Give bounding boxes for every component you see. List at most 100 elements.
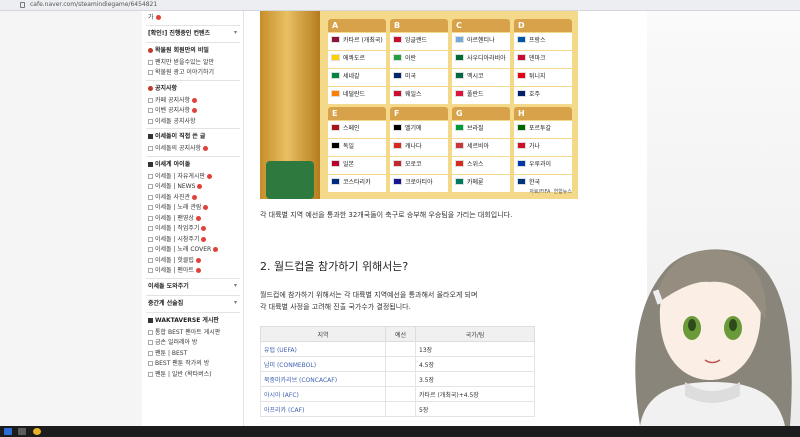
board-icon: [148, 118, 153, 124]
sidebar-item[interactable]: 이세돌 | 팬아트: [148, 266, 201, 275]
sidebar-item-label: 카페 공지사항: [155, 96, 191, 104]
team-name: 일본: [343, 161, 355, 168]
team-name: 카메룬: [467, 179, 484, 186]
team-name: 코스타리카: [343, 179, 371, 186]
board-icon: [148, 194, 153, 200]
new-badge-icon: [203, 146, 209, 151]
chevron-down-icon[interactable]: ▾: [234, 29, 237, 36]
sidebar-item[interactable]: 통합 BEST 팬아트 게시판: [148, 328, 220, 337]
sidebar-item[interactable]: 중간계 선술집: [148, 299, 183, 308]
board-icon: [148, 215, 153, 221]
sidebar-item-label: 이세돌 | 핫클립: [155, 256, 194, 264]
new-badge-icon: [201, 236, 207, 242]
sidebar-item[interactable]: 이세계 아이돌: [148, 160, 190, 169]
region-link[interactable]: 남미 (CONMEBOL): [260, 356, 386, 372]
team-name: 네덜란드: [343, 91, 366, 98]
region-link[interactable]: 북중미카리브 (CONCACAF): [260, 371, 386, 387]
team-row: 사우디아라비아: [452, 51, 510, 68]
board-icon: [148, 59, 153, 65]
new-badge-icon: [213, 247, 219, 252]
chevron-down-icon[interactable]: ▾: [234, 282, 237, 289]
sidebar-item[interactable]: 이세돌 | 노래 COVER: [148, 245, 219, 254]
sidebar-item[interactable]: 이세돌이 직접 쓴 글: [148, 132, 205, 141]
flag-icon: [331, 54, 340, 61]
sidebar-item[interactable]: 이세돌 도와주기: [148, 282, 189, 291]
team-name: 웨일스: [405, 91, 422, 98]
team-name: 호주: [529, 91, 541, 98]
sidebar-item-label: 중간계 선술집: [148, 299, 184, 307]
start-icon[interactable]: [4, 428, 12, 435]
team-row: 멕시코: [452, 69, 510, 86]
team-name: 스페인: [343, 125, 360, 132]
new-badge-icon: [197, 184, 203, 189]
sidebar-item-label: 팬치만 받을수있는 알만: [155, 58, 215, 66]
sidebar-item[interactable]: 이세돌의 공지사항: [148, 144, 209, 153]
flag-icon: [455, 54, 464, 61]
region-link[interactable]: 아시아 (AFC): [260, 386, 386, 402]
sidebar-item[interactable]: 이세돌 | 팬영상: [148, 214, 201, 223]
sidebar-item[interactable]: [확인!] 진행중인 컨텐츠: [148, 29, 210, 38]
sidebar-item[interactable]: 가: [148, 13, 161, 22]
sidebar-item[interactable]: 팬치만 받을수있는 알만: [148, 58, 214, 67]
team-name: 튀니지: [529, 73, 546, 80]
sidebar-item[interactable]: 이벤 공지사항: [148, 106, 198, 115]
team-row: 가나: [514, 139, 572, 156]
team-name: 프랑스: [529, 37, 546, 44]
team-row: 덴마크: [514, 51, 572, 68]
team-row: 네덜란드: [328, 87, 386, 104]
sidebar-item[interactable]: 이세돌 | 핫클립: [148, 256, 201, 265]
vtuber-avatar: [635, 249, 792, 426]
sidebar-item[interactable]: 이세돌 | 자유게시판: [148, 172, 212, 181]
chrome-icon[interactable]: [33, 428, 41, 435]
sidebar-menu: 가 [확인!] 진행중인 컨텐츠 ▾ 왁물원 회원만의 비밀팬치만 받을수있는 알만왁…: [142, 11, 244, 426]
region-link[interactable]: 아프리카 (CAF): [260, 401, 386, 417]
browser-address-bar[interactable]: cafe.naver.com/steamindiegame/6454821: [0, 0, 800, 11]
team-name: 가나: [529, 143, 541, 150]
team-name: 스위스: [467, 161, 484, 168]
table-cell: [385, 356, 416, 372]
sidebar-item[interactable]: 팬툰 | BEST: [148, 349, 187, 358]
sidebar-item[interactable]: 팬툰 | 일반 (왁타버스): [148, 370, 212, 379]
sidebar-item[interactable]: 왁물원 회원만의 비밀: [148, 46, 209, 55]
region-link[interactable]: 유럽 (UEFA): [260, 341, 386, 357]
sidebar-item-label: 이벤 공지사항: [155, 107, 191, 114]
board-icon: [148, 226, 153, 231]
sidebar-item[interactable]: 이세돌 공지사항: [148, 117, 196, 126]
new-badge-icon: [195, 215, 201, 221]
table-row: 유럽 (UEFA) 13장: [260, 341, 535, 357]
sidebar-item[interactable]: 이세돌 | 시참주기: [148, 235, 207, 244]
sidebar-item-label: 이세돌 | 노래 관람: [155, 204, 202, 211]
flag-icon: [455, 160, 464, 167]
lock-icon: [20, 2, 25, 8]
url-text[interactable]: cafe.naver.com/steamindiegame/6454821: [30, 1, 157, 8]
sidebar-item[interactable]: BEST 팬툰 작가의 방: [148, 359, 209, 368]
sidebar-item[interactable]: 왁물원 광고 이야기하기: [148, 68, 214, 77]
table-row: 아프리카 (CAF) 5장: [260, 401, 535, 417]
table-header: 국가/팀: [415, 326, 535, 342]
sidebar-item[interactable]: 카페 공지사항: [148, 96, 198, 105]
board-icon: [148, 173, 153, 179]
team-row: 벨기에: [390, 121, 448, 138]
table-cell: 4.5장: [415, 356, 535, 372]
new-badge-icon: [207, 173, 212, 179]
sidebar-item[interactable]: 금손 일러레아 방: [148, 338, 197, 347]
sidebar-item[interactable]: 공지사항: [148, 84, 177, 93]
sidebar-item-label: 왁물원 회원만의 비밀: [155, 46, 209, 54]
sidebar-item[interactable]: 이세돌 | 노래 관람: [148, 203, 209, 212]
team-row: 호주: [514, 87, 572, 104]
sidebar-item-label: 이세돌 | 작업주기: [155, 225, 200, 232]
sidebar-item[interactable]: 이세돌 | NEWS: [148, 182, 203, 191]
flag-icon: [455, 142, 464, 149]
sidebar-item[interactable]: WAKTAVERSE 게시판: [148, 316, 219, 325]
table-cell: 13장: [415, 341, 535, 357]
board-icon: [148, 361, 153, 366]
flag-icon: [393, 160, 402, 167]
flag-icon: [393, 72, 402, 79]
search-icon[interactable]: [18, 428, 26, 435]
sidebar-item[interactable]: 이세돌 | 작업주기: [148, 224, 207, 233]
sidebar-item-label: 이세돌이 직접 쓴 글: [155, 133, 206, 140]
team-row: 이란: [390, 51, 448, 68]
chevron-down-icon[interactable]: ▾: [234, 299, 237, 306]
group-letter: D: [514, 19, 572, 32]
sidebar-item[interactable]: 이세돌 사진관: [148, 193, 198, 202]
